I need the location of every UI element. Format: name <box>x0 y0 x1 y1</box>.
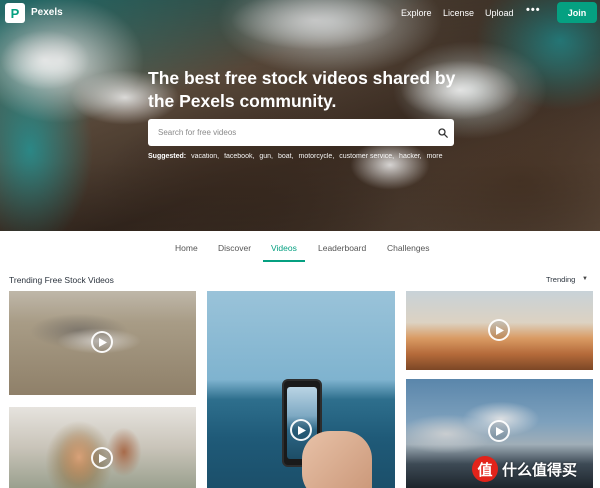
search-icon[interactable] <box>432 119 454 146</box>
sort-dropdown[interactable]: Trending <box>546 275 575 284</box>
suggestion-link[interactable]: boat, <box>278 153 294 160</box>
tab-leaderboard[interactable]: Leaderboard <box>318 243 366 253</box>
more-menu-icon[interactable]: ••• <box>526 4 541 16</box>
hand-image <box>302 431 372 488</box>
suggestion-link[interactable]: customer service, <box>339 153 394 160</box>
brand-name[interactable]: Pexels <box>31 7 63 18</box>
video-card-desert[interactable] <box>406 291 593 370</box>
play-icon[interactable] <box>91 447 113 469</box>
play-icon[interactable] <box>91 331 113 353</box>
nav-license[interactable]: License <box>443 8 474 18</box>
search-input[interactable] <box>148 119 432 146</box>
suggestion-link[interactable]: motorcycle, <box>298 153 334 160</box>
suggestion-link[interactable]: facebook, <box>224 153 254 160</box>
hero-headline: The best free stock videos shared by the… <box>148 68 456 111</box>
search-bar <box>148 119 454 146</box>
suggestion-link[interactable]: vacation, <box>191 153 219 160</box>
hero-banner <box>0 0 600 231</box>
play-icon[interactable] <box>488 319 510 341</box>
play-icon[interactable] <box>290 419 312 441</box>
video-card-ocean-phone[interactable] <box>207 291 395 488</box>
video-card-woman[interactable] <box>9 407 196 488</box>
pexels-logo[interactable]: P <box>5 3 25 23</box>
chevron-down-icon[interactable]: ▼ <box>582 276 588 282</box>
watermark-logo: 值 <box>472 456 498 482</box>
suggested-label: Suggested: <box>148 153 187 160</box>
smzdm-watermark: 值 什么值得买 <box>472 455 577 483</box>
play-icon[interactable] <box>488 420 510 442</box>
suggestion-link[interactable]: gun, <box>259 153 273 160</box>
suggestion-more-link[interactable]: more <box>427 153 443 160</box>
join-button[interactable]: Join <box>557 2 597 23</box>
watermark-text: 什么值得买 <box>502 461 578 479</box>
video-card-seal[interactable] <box>9 291 196 395</box>
top-navigation: P Pexels Explore License Upload ••• Join <box>0 0 600 28</box>
section-tabs: Home Discover Videos Leaderboard Challen… <box>0 231 600 264</box>
suggested-searches: Suggested: vacation, facebook, gun, boat… <box>148 153 446 160</box>
tab-discover[interactable]: Discover <box>218 243 251 253</box>
tab-videos[interactable]: Videos <box>271 243 297 253</box>
nav-explore[interactable]: Explore <box>401 8 432 18</box>
active-tab-indicator <box>263 260 305 262</box>
tab-home[interactable]: Home <box>175 243 198 253</box>
nav-upload[interactable]: Upload <box>485 8 514 18</box>
tab-challenges[interactable]: Challenges <box>387 243 430 253</box>
section-title: Trending Free Stock Videos <box>9 275 114 285</box>
suggestion-link[interactable]: hacker, <box>399 153 422 160</box>
